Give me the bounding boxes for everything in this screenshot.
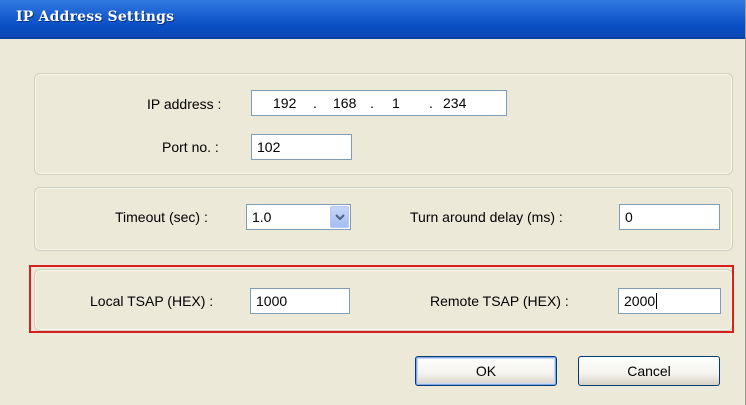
remote-tsap-label: Remote TSAP (HEX) : — [430, 293, 569, 309]
timeout-select[interactable]: 1.0 — [246, 204, 351, 230]
timeout-value: 1.0 — [252, 209, 272, 225]
turnaround-input[interactable]: 0 — [619, 204, 720, 230]
ip-address-label: IP address : — [147, 96, 222, 112]
ip-dot: . — [370, 95, 374, 111]
ip-octet-1[interactable]: 192 — [273, 95, 296, 111]
network-group — [34, 73, 733, 175]
remote-tsap-input[interactable]: 2000 — [618, 288, 721, 314]
ip-octet-2[interactable]: 168 — [333, 95, 356, 111]
ok-button[interactable]: OK — [415, 356, 557, 386]
ip-dot: . — [313, 95, 317, 111]
chevron-down-icon[interactable] — [330, 206, 349, 228]
cancel-button[interactable]: Cancel — [578, 356, 720, 386]
text-caret — [656, 293, 658, 309]
ip-address-field[interactable]: 192 . 168 . 1 . 234 — [251, 90, 507, 116]
window-title: IP Address Settings — [16, 9, 175, 25]
timeout-label: Timeout (sec) : — [115, 209, 208, 225]
port-label: Port no. : — [162, 139, 219, 155]
remote-tsap-value: 2000 — [624, 293, 656, 309]
ip-dot: . — [429, 95, 433, 111]
ip-settings-dialog: IP Address Settings IP address : 192 . 1… — [0, 0, 746, 405]
local-tsap-label: Local TSAP (HEX) : — [90, 293, 214, 309]
port-input[interactable]: 102 — [251, 134, 352, 160]
title-bar[interactable]: IP Address Settings — [0, 0, 745, 39]
ip-octet-3[interactable]: 1 — [392, 95, 400, 111]
ip-octet-4[interactable]: 234 — [443, 95, 466, 111]
turnaround-label: Turn around delay (ms) : — [410, 209, 563, 225]
local-tsap-input[interactable]: 1000 — [250, 288, 350, 314]
